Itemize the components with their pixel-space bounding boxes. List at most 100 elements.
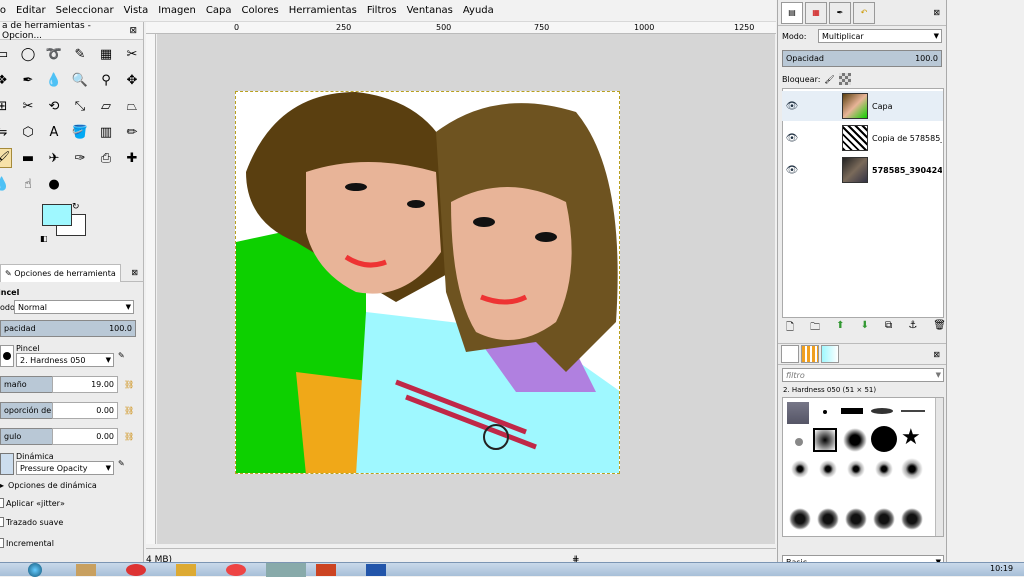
brushes-menu-icon[interactable]: ⊠ [933,350,940,359]
visibility-eye-icon[interactable]: 👁 [782,133,802,144]
image-canvas[interactable] [235,91,620,474]
brush-grid[interactable]: ★ [782,397,944,537]
paintbrush-icon[interactable]: 🖌 [0,148,12,168]
smooth-row[interactable]: Trazado suave [0,517,137,527]
gimp-taskbar-icon[interactable] [266,563,306,577]
mode-select[interactable]: Normal [14,300,134,314]
new-group-icon[interactable]: 🗀 [810,320,820,337]
ellipse-select-icon[interactable]: ◯ [18,44,38,64]
vertical-ruler[interactable] [146,34,156,544]
brush-select[interactable]: 2. Hardness 050 [16,353,114,367]
dynamics-select[interactable]: Pressure Opacity [16,461,114,475]
visibility-eye-icon[interactable]: 👁 [782,101,802,112]
duplicate-layer-icon[interactable]: ⧉ [885,320,892,337]
move-icon[interactable]: ✥ [122,70,142,90]
menu-capa[interactable]: Capa [201,5,237,16]
text-icon[interactable]: A [44,122,64,142]
brush-scrollbar[interactable] [935,398,943,536]
anchor-icon[interactable]: ⚓ [908,320,917,337]
angle-field[interactable]: 0.00 [52,428,118,445]
opacity-slider[interactable]: pacidad 100.0 [0,320,136,337]
menu-colores[interactable]: Colores [236,5,283,16]
tab-layers-icon[interactable]: ▤ [781,1,803,24]
shear-icon[interactable]: ▱ [96,96,116,116]
layer-opacity-slider[interactable]: Opacidad 100.0 [782,50,942,67]
foreground-select-icon[interactable]: ❖ [0,70,12,90]
raise-layer-icon[interactable]: ⬆ [836,320,844,337]
menu-ayuda[interactable]: Ayuda [458,5,499,16]
heal-icon[interactable]: ✚ [122,148,142,168]
visibility-eye-icon[interactable]: 👁 [782,165,802,176]
chrome-taskbar-icon[interactable] [126,564,146,576]
smooth-checkbox[interactable] [0,517,4,527]
lower-layer-icon[interactable]: ⬇ [861,320,869,337]
word-taskbar-icon[interactable] [366,564,386,576]
flip-icon[interactable]: ⇋ [0,122,12,142]
horizontal-ruler[interactable]: 0 250 500 750 1000 1250 [146,22,776,34]
smudge-icon[interactable]: ☝ [18,174,38,194]
menu-filtros[interactable]: Filtros [362,5,402,16]
jitter-checkbox[interactable] [0,498,4,508]
pencil-icon[interactable]: ✏ [122,122,142,142]
layer-row[interactable]: 👁 Copia de 578585_39 [782,123,943,153]
dynamics-options-row[interactable]: ▸ Opciones de dinámica [0,481,137,490]
eraser-icon[interactable]: ▬ [18,148,38,168]
layer-row[interactable]: 👁 578585_39042420 [782,155,943,185]
rotate-icon[interactable]: ⟲ [44,96,64,116]
scissors-icon[interactable]: ✂ [122,44,142,64]
menu-archivo[interactable]: vo [0,5,11,16]
tab-brushes-icon[interactable] [781,345,799,363]
rect-select-icon[interactable]: ▭ [0,44,12,64]
foreground-color-swatch[interactable] [42,204,72,226]
incremental-row[interactable]: Incremental [0,538,137,548]
aspect-slider-fill[interactable]: oporción de aspecto [0,402,52,419]
incremental-checkbox[interactable] [0,538,4,548]
color-select-icon[interactable]: ▦ [96,44,116,64]
bucket-fill-icon[interactable]: 🪣 [70,122,90,142]
browser-taskbar-icon[interactable] [226,564,246,576]
menu-seleccionar[interactable]: Seleccionar [51,5,119,16]
tab-channels-icon[interactable]: ▦ [805,1,827,24]
panel-menu-icon[interactable]: ⊠ [131,268,138,277]
crop-icon[interactable]: ✂ [18,96,38,116]
reset-angle-icon[interactable]: ⛓ [124,432,134,441]
edit-brush-icon[interactable]: ✎ [118,351,125,360]
scale-icon[interactable]: ⤡ [70,96,90,116]
folder-taskbar-icon[interactable] [176,564,196,576]
start-button-icon[interactable] [28,563,42,577]
perspective-icon[interactable]: ⏢ [122,96,142,116]
layer-row[interactable]: 👁 Capa [782,91,943,121]
powerpoint-taskbar-icon[interactable] [316,564,336,576]
tab-patterns-icon[interactable] [801,345,819,363]
reset-aspect-icon[interactable]: ⛓ [124,406,134,415]
lock-alpha-icon[interactable] [838,73,851,85]
zoom-icon[interactable]: 🔍 [70,70,90,90]
size-field[interactable]: 19.00 [52,376,118,393]
tab-paths-icon[interactable]: ✒ [829,1,851,24]
explorer-taskbar-icon[interactable] [76,564,96,576]
tab-gradients-icon[interactable] [821,345,839,363]
menu-imagen[interactable]: Imagen [153,5,201,16]
menu-vista[interactable]: Vista [119,5,154,16]
clone-icon[interactable]: ⎙ [96,148,116,168]
tab-tool-options[interactable]: ✎ Opciones de herramienta [0,263,121,282]
aspect-field[interactable]: 0.00 [52,402,118,419]
color-picker-icon[interactable]: 💧 [44,70,64,90]
align-icon[interactable]: ⊞ [0,96,12,116]
edit-dynamics-icon[interactable]: ✎ [118,459,125,468]
new-layer-icon[interactable]: 🗋 [786,320,794,337]
cage-icon[interactable]: ⬡ [18,122,38,142]
layer-mode-select[interactable]: Multiplicar [818,29,942,43]
fuzzy-select-icon[interactable]: ✎ [70,44,90,64]
dynamics-preview[interactable] [0,452,14,475]
ink-icon[interactable]: ✑ [70,148,90,168]
expander-icon[interactable]: ▸ [0,481,4,490]
chain-icon[interactable]: ⛓ [124,380,134,389]
menu-herramientas[interactable]: Herramientas [284,5,362,16]
airbrush-icon[interactable]: ✈ [44,148,64,168]
swap-colors-icon[interactable]: ↻ [72,202,80,212]
dodge-burn-icon[interactable]: ● [44,174,64,194]
brush-filter-input[interactable]: filtro [782,368,944,382]
delete-layer-icon[interactable]: 🗑 [933,320,946,337]
paths-icon[interactable]: ✒ [18,70,38,90]
